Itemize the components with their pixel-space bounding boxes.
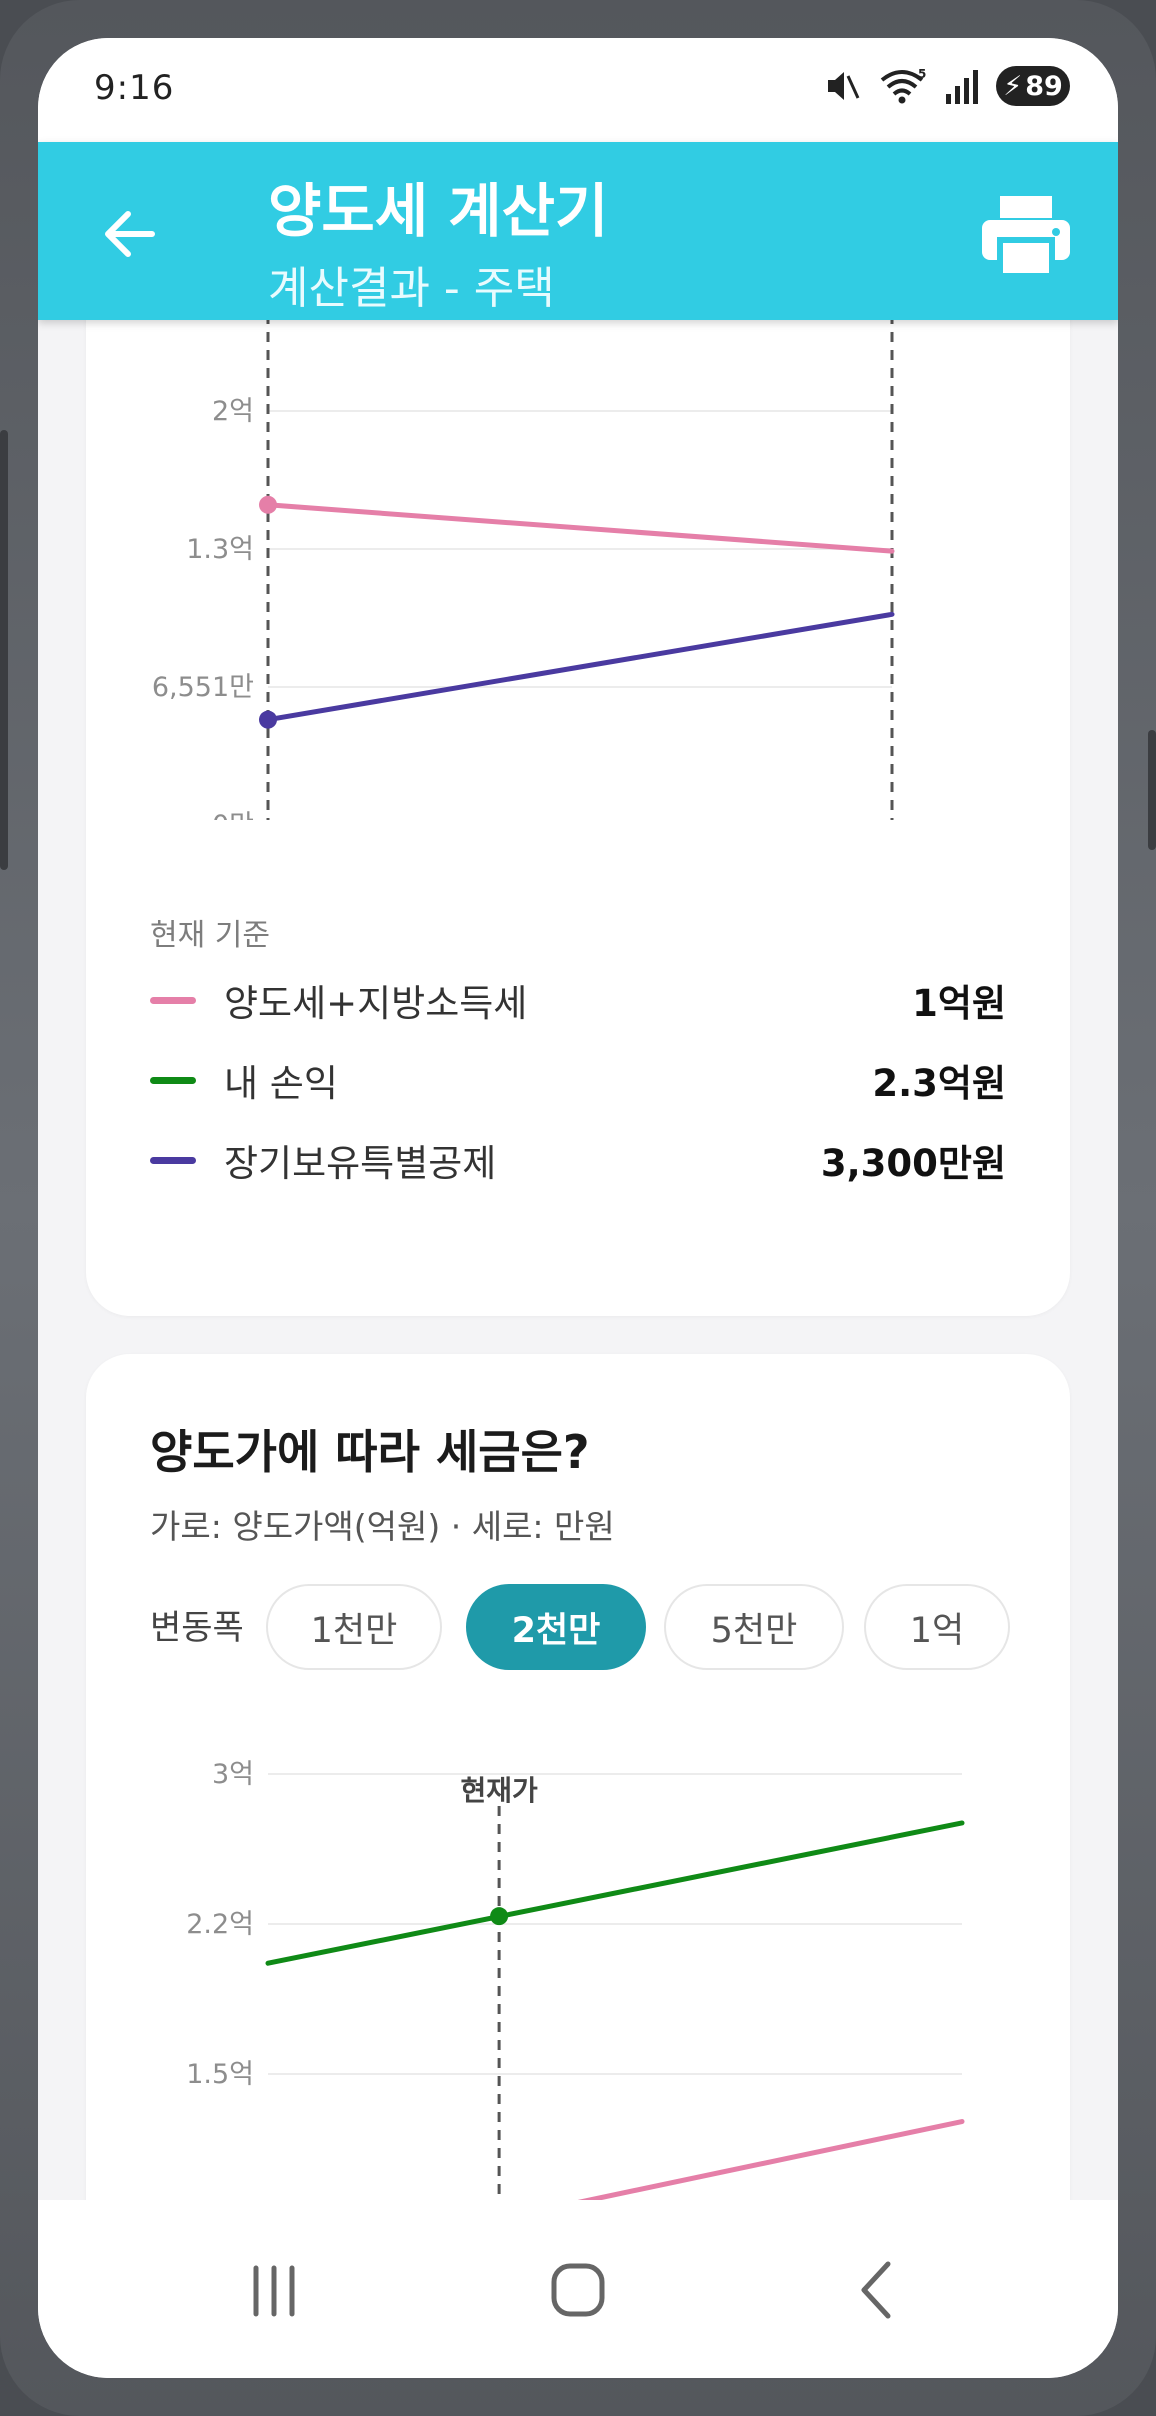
series-line <box>265 611 895 723</box>
price-sensitivity-card: 양도가에 따라 세금은? 가로: 양도가액(억원) · 세로: 만원 변동폭 1… <box>86 1354 1070 2200</box>
scroll-content[interactable]: 0만6,551만1.3억2억5678910 현재 기준 양도세+지방소득세1억원… <box>38 320 1118 2200</box>
legend-swatch <box>150 1156 196 1164</box>
sale-price-chart: 7,486만1.5억2.2억3억현재가 <box>186 1759 965 2200</box>
y-tick-label: 2.2억 <box>186 1909 254 1940</box>
current-price-label: 현재가 <box>460 1774 538 1807</box>
mute-icon <box>828 72 860 100</box>
wifi-badge: 5 <box>918 67 926 81</box>
y-tick-label: 1.5억 <box>186 2059 254 2090</box>
app-title: 양도세 계산기 <box>268 177 609 245</box>
screen: 9:16 5 ⚡ 89 양도세 계산기 계산결과 - 주택 6,551만 1.3… <box>38 38 1118 2378</box>
legend-name: 양도세+지방소득세 <box>224 982 528 1025</box>
series-point <box>259 710 277 729</box>
legend-value: 3,300만원 <box>820 1142 1006 1185</box>
side-button-left <box>0 430 8 870</box>
battery-level: 89 <box>1025 70 1063 102</box>
print-icon[interactable] <box>978 190 1074 280</box>
legend-item: 장기보유특별공제 3,300만원 <box>150 1130 1006 1190</box>
status-time: 9:16 <box>94 68 175 108</box>
navigation-bar <box>38 2200 1118 2378</box>
signal-icon <box>946 70 978 104</box>
legend-name: 장기보유특별공제 <box>224 1142 497 1185</box>
y-tick-label: 0만 <box>212 810 254 820</box>
charging-icon: ⚡ <box>1003 70 1023 102</box>
recent-apps-icon[interactable] <box>224 2240 324 2340</box>
range-chip[interactable]: 1천만 <box>266 1584 442 1670</box>
legend-swatch <box>150 996 196 1004</box>
legend-caption: 현재 기준 <box>150 918 270 953</box>
y-tick-label: 2억 <box>212 396 254 427</box>
legend-value: 2.3억원 <box>872 1062 1006 1105</box>
range-chip[interactable]: 1억 <box>864 1584 1010 1670</box>
legend-value: 1억원 <box>912 982 1006 1025</box>
status-bar: 9:16 5 ⚡ 89 <box>38 38 1118 142</box>
legend-item: 내 손익 2.3억원 <box>150 1050 1006 1110</box>
series-point <box>259 495 277 514</box>
side-button-right <box>1148 730 1156 850</box>
y-tick-label: 6,551만 <box>152 672 254 703</box>
y-tick-label: 3억 <box>212 1759 254 1790</box>
status-icons: 5 ⚡ 89 <box>822 66 1070 106</box>
range-label: 변동폭 <box>150 1608 244 1648</box>
series-point <box>490 1907 509 1926</box>
series-line <box>577 2119 965 2200</box>
series-line <box>265 1820 965 1966</box>
back-arrow-icon[interactable] <box>98 202 162 266</box>
app-subtitle: 계산결과 - 주택 <box>268 263 555 314</box>
legend-item: 양도세+지방소득세 1억원 <box>150 970 1006 1030</box>
wifi-icon: 5 <box>880 67 926 104</box>
holding-period-chart: 0만6,551만1.3억2억5678910 <box>152 320 895 820</box>
battery-indicator: ⚡ 89 <box>996 66 1070 106</box>
series-line <box>265 502 895 554</box>
range-chip[interactable]: 2천만 <box>466 1584 646 1670</box>
result-chart-card: 0만6,551만1.3억2억5678910 현재 기준 양도세+지방소득세1억원… <box>86 320 1070 1316</box>
app-bar: 양도세 계산기 계산결과 - 주택 <box>38 142 1118 320</box>
back-nav-icon[interactable] <box>828 2240 928 2340</box>
home-icon[interactable] <box>528 2240 628 2340</box>
card-subtitle: 가로: 양도가액(억원) · 세로: 만원 <box>150 1507 615 1546</box>
legend-name: 내 손익 <box>224 1062 338 1105</box>
y-tick-label: 1.3억 <box>186 534 254 565</box>
legend-swatch <box>150 1076 196 1084</box>
range-chip[interactable]: 5천만 <box>664 1584 844 1670</box>
card-title: 양도가에 따라 세금은? <box>150 1425 590 1479</box>
device-frame: 9:16 5 ⚡ 89 양도세 계산기 계산결과 - 주택 6,551만 1.3… <box>0 0 1156 2416</box>
